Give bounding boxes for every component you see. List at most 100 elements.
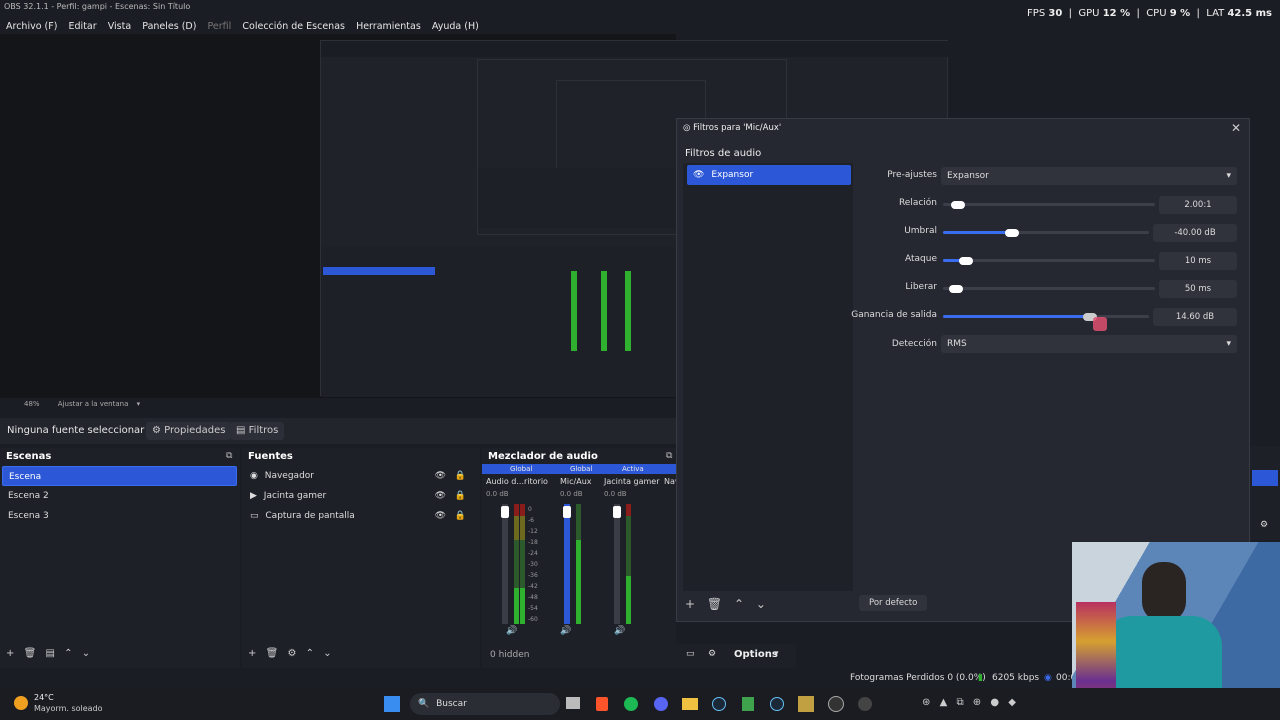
audio-meter-2 [576, 504, 581, 624]
channel-name-4[interactable]: Nav [664, 477, 676, 486]
zoom-value[interactable]: 48% [24, 400, 40, 408]
volume-slider-2[interactable] [564, 504, 570, 624]
filter-item-expansor[interactable]: 👁 Expansor [687, 165, 851, 185]
release-slider-handle[interactable] [949, 285, 963, 293]
ratio-spinbox[interactable]: 2.00:1 [1159, 196, 1237, 214]
arrow-up-icon[interactable]: ⌃ [306, 648, 314, 659]
threshold-spinbox[interactable]: -40.00 dB [1153, 224, 1237, 242]
sources-controls: + 🗑 ⚙ ⌃ ⌄ [248, 648, 332, 659]
source-item-captura[interactable]: ▭ Captura de pantalla 👁 🔒 [244, 506, 476, 526]
app-icon-3[interactable] [858, 697, 872, 711]
fit-window-select[interactable]: Ajustar a la ventana [58, 400, 129, 408]
undock-icon[interactable]: ⧉ [666, 451, 672, 461]
right-panel-selected [1252, 470, 1278, 486]
lock-icon[interactable]: 🔒 [455, 506, 466, 526]
search-icon: 🔍 [418, 699, 430, 709]
source-item-navegador[interactable]: ◉ Navegador 👁 🔒 [244, 466, 476, 486]
tray-icon[interactable]: ⊕ [973, 697, 981, 708]
windows-start-icon[interactable] [384, 696, 400, 712]
filter-icon[interactable]: ▤ [45, 648, 54, 659]
lock-icon[interactable]: 🔒 [455, 466, 466, 486]
speaker-icon[interactable]: 🔊 [560, 626, 571, 636]
spotify-icon[interactable] [624, 697, 638, 711]
eye-icon[interactable]: 👁 [435, 466, 446, 486]
app-icon[interactable] [742, 697, 754, 711]
tray-icon[interactable]: ● [990, 697, 999, 708]
ratio-slider[interactable] [943, 203, 1155, 206]
attack-label: Ataque [905, 254, 937, 264]
ratio-slider-handle[interactable] [951, 201, 965, 209]
tick-label: -18 [528, 539, 538, 546]
detection-select[interactable]: RMS ▾ [941, 335, 1237, 353]
speaker-icon[interactable]: 🔊 [614, 626, 625, 636]
arrow-down-icon[interactable]: ⌄ [756, 597, 766, 611]
source-item-jacinta[interactable]: ▶ Jacinta gamer 👁 🔒 [244, 486, 476, 506]
attack-slider-handle[interactable] [959, 257, 973, 265]
options-button[interactable]: Options [734, 649, 778, 660]
gear-icon[interactable]: ⚙ [287, 648, 296, 659]
properties-button[interactable]: ⚙ Propiedades [146, 422, 232, 440]
arrow-down-icon[interactable]: ⌄ [323, 648, 331, 659]
weather-temp[interactable]: 24°C [34, 693, 54, 702]
steam-icon[interactable] [712, 697, 726, 711]
volume-slider-3[interactable] [614, 504, 620, 624]
volume-knob-1[interactable] [501, 506, 509, 518]
scene-item-escena[interactable]: Escena [2, 466, 237, 486]
gain-spinbox[interactable]: 14.60 dB [1153, 308, 1237, 326]
eye-icon[interactable]: 👁 [435, 486, 446, 506]
threshold-slider-handle[interactable] [1005, 229, 1019, 237]
weather-desc[interactable]: Mayorm. soleado [34, 704, 103, 713]
arrow-up-icon[interactable]: ⌃ [64, 648, 72, 659]
channel-name-1[interactable]: Audio d...ritorio [486, 477, 548, 486]
lock-icon[interactable]: 🔒 [455, 486, 466, 506]
ratio-label: Relación [898, 198, 937, 208]
release-spinbox[interactable]: 50 ms [1159, 280, 1237, 298]
default-button[interactable]: Por defecto [859, 595, 928, 611]
eye-icon[interactable]: 👁 [435, 506, 446, 526]
filter-list: 👁 Expansor [683, 163, 853, 591]
trash-icon[interactable]: 🗑 [266, 648, 279, 659]
steam-icon-2[interactable] [770, 697, 784, 711]
volume-knob-3[interactable] [613, 506, 621, 518]
taskbar-search[interactable]: 🔍 Buscar [410, 693, 560, 715]
add-icon[interactable]: + [248, 648, 256, 659]
chevron-down-icon[interactable]: ▾ [137, 400, 141, 408]
arrow-up-icon[interactable]: ⌃ [734, 597, 744, 611]
add-icon[interactable]: + [6, 648, 14, 659]
gear-icon[interactable]: ⚙ [708, 649, 716, 659]
preview-canvas[interactable] [0, 34, 949, 398]
trash-icon[interactable]: 🗑 [24, 648, 37, 659]
arrow-down-icon[interactable]: ⌄ [82, 648, 90, 659]
scene-item-escena-3[interactable]: Escena 3 [2, 506, 237, 526]
obs-icon[interactable] [828, 696, 844, 712]
volume-knob-2[interactable] [563, 506, 571, 518]
preset-select[interactable]: Expansor ▾ [941, 167, 1237, 185]
chevron-down-icon[interactable]: ▾ [774, 649, 779, 659]
channel-name-2[interactable]: Mic/Aux [560, 477, 592, 486]
speaker-icon[interactable]: 🔊 [506, 626, 517, 636]
add-icon[interactable]: + [685, 597, 695, 611]
tray-icon[interactable]: ▲ [940, 697, 948, 708]
trash-icon[interactable]: 🗑 [707, 597, 722, 611]
undock-icon[interactable]: ⧉ [226, 451, 232, 461]
release-slider[interactable] [943, 287, 1155, 290]
attack-slider[interactable] [943, 259, 1155, 262]
layout-icon[interactable]: ▭ [686, 649, 695, 659]
performance-stats: FPS 30 | GPU 12 % | CPU 9 % | LAT 42.5 m… [1027, 8, 1272, 19]
discord-icon[interactable] [654, 697, 668, 711]
channel-name-3[interactable]: Jacinta gamer [604, 477, 660, 486]
brave-icon[interactable] [596, 697, 608, 711]
filters-button[interactable]: ▤ Filtros [230, 422, 285, 440]
scene-item-escena-2[interactable]: Escena 2 [2, 486, 237, 506]
tray-icon[interactable]: ⊛ [922, 697, 930, 708]
file-explorer-icon[interactable] [682, 698, 698, 710]
tray-icon[interactable]: ◆ [1008, 697, 1016, 708]
app-icon-2[interactable] [798, 696, 814, 712]
gear-icon[interactable]: ⚙ [1260, 520, 1268, 530]
close-icon[interactable]: ✕ [1231, 121, 1241, 135]
task-view-icon[interactable] [566, 697, 580, 709]
attack-spinbox[interactable]: 10 ms [1159, 252, 1237, 270]
volume-slider-1[interactable] [502, 504, 508, 624]
eye-icon[interactable]: 👁 [693, 170, 704, 180]
tray-icon[interactable]: ⧉ [956, 697, 963, 708]
